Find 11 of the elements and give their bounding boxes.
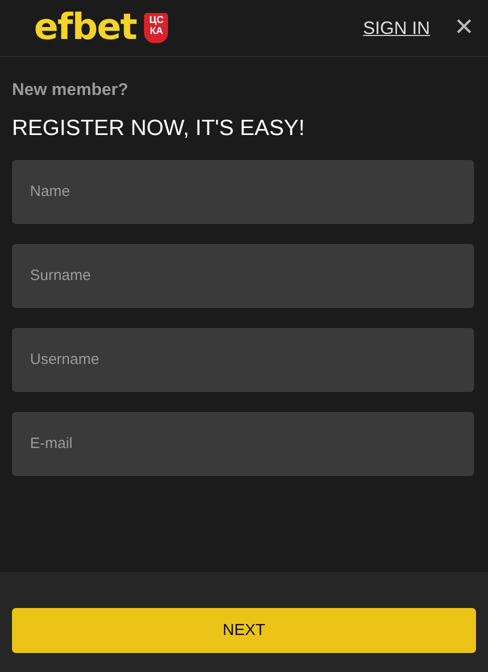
input-field[interactable]: Username xyxy=(12,328,474,392)
logo[interactable]: efbet xyxy=(34,10,136,46)
close-button[interactable]: ✕ xyxy=(454,16,474,40)
heading: REGISTER NOW, IT'S EASY! xyxy=(12,114,306,142)
club-badge: ЦСКА xyxy=(144,13,168,43)
sign-in-link[interactable]: SIGN IN xyxy=(362,14,430,42)
input-field[interactable]: Surname xyxy=(12,244,474,308)
next-button[interactable]: NEXT xyxy=(12,608,476,653)
input-field[interactable]: Name xyxy=(12,160,474,224)
input-field[interactable]: E-mail xyxy=(12,412,474,476)
subtitle: New member? xyxy=(12,79,130,101)
